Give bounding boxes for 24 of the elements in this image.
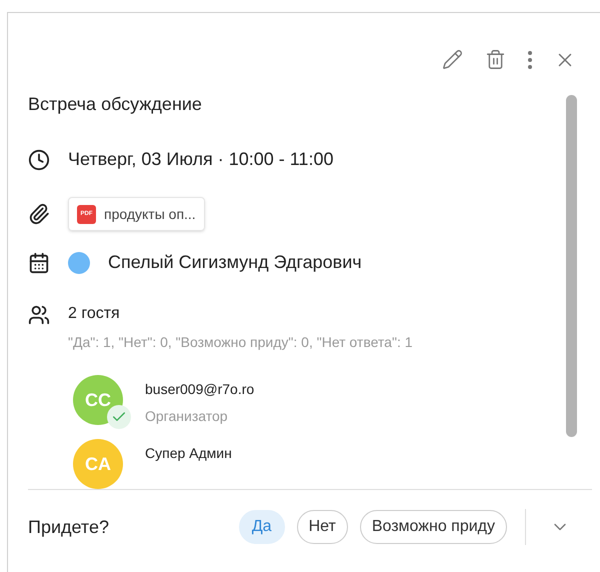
pencil-icon bbox=[442, 49, 463, 70]
guest-name: Супер Админ bbox=[145, 444, 232, 463]
clock-icon bbox=[28, 148, 50, 170]
trash-icon bbox=[485, 49, 506, 70]
guest-avatar: CA bbox=[73, 439, 123, 489]
calendar-icon bbox=[28, 252, 50, 274]
rsvp-option[interactable]: Возможно приду bbox=[360, 510, 507, 544]
delete-button[interactable] bbox=[485, 49, 506, 70]
event-datetime: Четверг, 03 Июля · 10:00 - 11:00 bbox=[68, 148, 334, 171]
more-button[interactable] bbox=[528, 50, 532, 68]
guest-name: buser009@r7o.ro bbox=[145, 380, 254, 399]
paperclip-icon bbox=[28, 203, 50, 225]
rsvp-question: Придете? bbox=[28, 516, 109, 539]
more-icon bbox=[528, 50, 532, 68]
edit-button[interactable] bbox=[442, 49, 463, 70]
guest-role: Организатор bbox=[145, 407, 229, 426]
event-title: Встреча обсуждение bbox=[28, 93, 203, 116]
attachment-name: продукты оп... bbox=[104, 204, 196, 224]
guests-summary: "Да": 1, "Нет": 0, "Возможно приду": 0, "Нет ответа": 1 bbox=[68, 333, 413, 352]
calendar-name: Спелый Сигизмунд Эдгарович bbox=[108, 251, 362, 274]
guests-count: 2 гостя bbox=[68, 304, 121, 324]
rsvp-option[interactable]: Нет bbox=[296, 510, 348, 544]
scrollbar[interactable] bbox=[566, 95, 577, 437]
guests-icon bbox=[28, 304, 50, 326]
